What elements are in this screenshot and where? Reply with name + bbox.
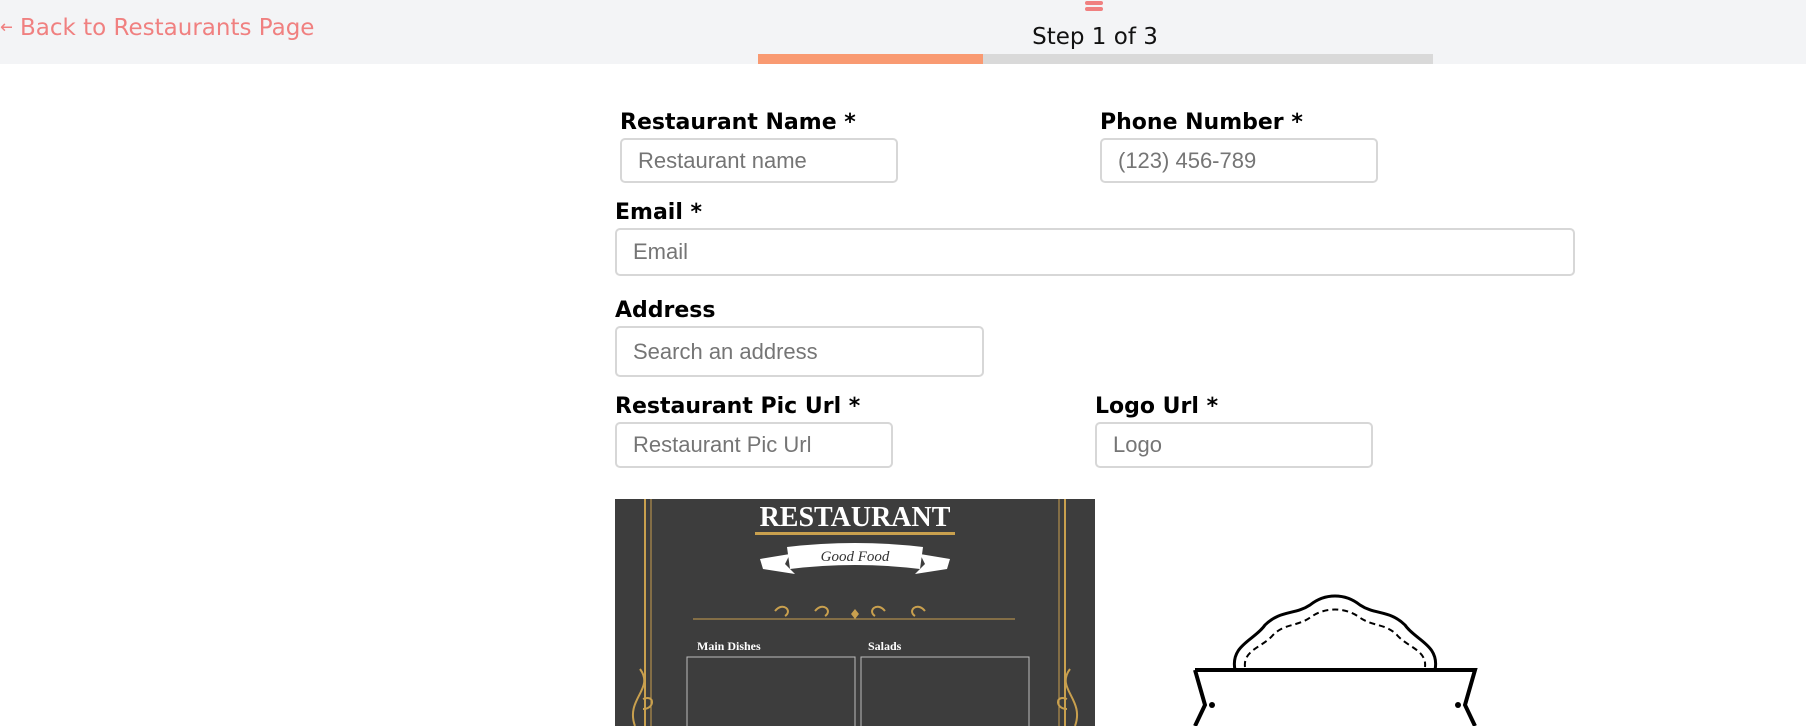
logo-url-label: Logo Url *	[1095, 394, 1219, 419]
step-indicator-icon	[1085, 1, 1103, 11]
phone-number-label: Phone Number *	[1100, 110, 1303, 135]
restaurant-pic-preview: RESTAURANT Good Food Main Dishes Salads	[615, 499, 1095, 726]
menu-section-salads: Salads	[868, 639, 902, 653]
address-search-input[interactable]	[615, 326, 984, 377]
back-to-restaurants-link[interactable]: ← Back to Restaurants Page	[0, 12, 314, 44]
menu-banner-text: Good Food	[821, 549, 890, 565]
menu-illustration: RESTAURANT Good Food Main Dishes Salads	[632, 499, 1078, 726]
restaurant-name-label: Restaurant Name *	[620, 110, 856, 135]
phone-number-input[interactable]	[1100, 138, 1378, 183]
step-counter: Step 1 of 3	[1032, 24, 1158, 50]
progress-bar-fill	[758, 54, 983, 64]
email-input[interactable]	[615, 228, 1575, 276]
logo-badge-illustration	[1193, 594, 1478, 726]
restaurant-name-input[interactable]	[620, 138, 898, 183]
top-bar: ← Back to Restaurants Page Step 1 of 3	[0, 0, 1806, 64]
progress-bar	[758, 54, 1433, 64]
email-label: Email *	[615, 200, 703, 225]
restaurant-pic-url-label: Restaurant Pic Url *	[615, 394, 861, 419]
logo-preview	[1185, 585, 1485, 726]
logo-url-input[interactable]	[1095, 422, 1373, 468]
back-link-label: Back to Restaurants Page	[20, 15, 315, 41]
address-label: Address	[615, 298, 716, 323]
restaurant-pic-url-input[interactable]	[615, 422, 893, 468]
menu-section-main-dishes: Main Dishes	[697, 639, 761, 653]
back-arrow-icon: ←	[0, 19, 12, 37]
menu-title-text: RESTAURANT	[760, 502, 951, 533]
